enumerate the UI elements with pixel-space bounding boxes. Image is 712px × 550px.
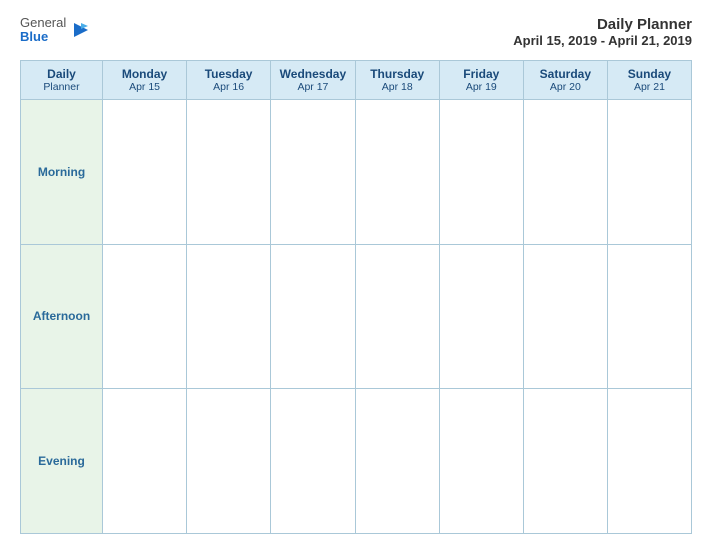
morning-row: Morning (21, 100, 692, 245)
morning-saturday[interactable] (523, 100, 607, 245)
saturday-name: Saturday (528, 67, 603, 81)
evening-saturday[interactable] (523, 389, 607, 534)
afternoon-friday[interactable] (439, 244, 523, 389)
afternoon-tuesday[interactable] (187, 244, 271, 389)
afternoon-sunday[interactable] (607, 244, 691, 389)
header-label-line1: Daily (25, 67, 98, 81)
sunday-name: Sunday (612, 67, 687, 81)
monday-date: Apr 15 (107, 81, 182, 93)
afternoon-wednesday[interactable] (271, 244, 356, 389)
date-range: April 15, 2019 - April 21, 2019 (513, 33, 692, 48)
friday-name: Friday (444, 67, 519, 81)
thursday-date: Apr 18 (360, 81, 435, 93)
header-wednesday: Wednesday Apr 17 (271, 61, 356, 100)
header-label-cell: Daily Planner (21, 61, 103, 100)
sunday-date: Apr 21 (612, 81, 687, 93)
header-label-line2: Planner (25, 81, 98, 93)
morning-tuesday[interactable] (187, 100, 271, 245)
evening-tuesday[interactable] (187, 389, 271, 534)
header-saturday: Saturday Apr 20 (523, 61, 607, 100)
afternoon-monday[interactable] (103, 244, 187, 389)
morning-sunday[interactable] (607, 100, 691, 245)
saturday-date: Apr 20 (528, 81, 603, 93)
evening-monday[interactable] (103, 389, 187, 534)
title-area: Daily Planner April 15, 2019 - April 21,… (513, 16, 692, 48)
morning-label: Morning (21, 100, 103, 245)
tuesday-date: Apr 16 (191, 81, 266, 93)
planner-table: Daily Planner Monday Apr 15 Tuesday Apr … (20, 60, 692, 534)
evening-sunday[interactable] (607, 389, 691, 534)
page-header: General Blue Daily Planner April 15, 201… (20, 16, 692, 48)
logo-general: General (20, 16, 66, 30)
logo-blue: Blue (20, 30, 66, 44)
logo: General Blue (20, 16, 92, 45)
morning-wednesday[interactable] (271, 100, 356, 245)
header-monday: Monday Apr 15 (103, 61, 187, 100)
wednesday-date: Apr 17 (275, 81, 351, 93)
afternoon-row: Afternoon (21, 244, 692, 389)
evening-friday[interactable] (439, 389, 523, 534)
logo-icon (70, 19, 92, 41)
header-tuesday: Tuesday Apr 16 (187, 61, 271, 100)
tuesday-name: Tuesday (191, 67, 266, 81)
evening-wednesday[interactable] (271, 389, 356, 534)
header-friday: Friday Apr 19 (439, 61, 523, 100)
afternoon-thursday[interactable] (355, 244, 439, 389)
morning-thursday[interactable] (355, 100, 439, 245)
afternoon-saturday[interactable] (523, 244, 607, 389)
page-title: Daily Planner (513, 16, 692, 33)
evening-row: Evening (21, 389, 692, 534)
evening-thursday[interactable] (355, 389, 439, 534)
friday-date: Apr 19 (444, 81, 519, 93)
thursday-name: Thursday (360, 67, 435, 81)
morning-friday[interactable] (439, 100, 523, 245)
morning-monday[interactable] (103, 100, 187, 245)
header-sunday: Sunday Apr 21 (607, 61, 691, 100)
header-thursday: Thursday Apr 18 (355, 61, 439, 100)
afternoon-label: Afternoon (21, 244, 103, 389)
wednesday-name: Wednesday (275, 67, 351, 81)
monday-name: Monday (107, 67, 182, 81)
evening-label: Evening (21, 389, 103, 534)
table-header-row: Daily Planner Monday Apr 15 Tuesday Apr … (21, 61, 692, 100)
